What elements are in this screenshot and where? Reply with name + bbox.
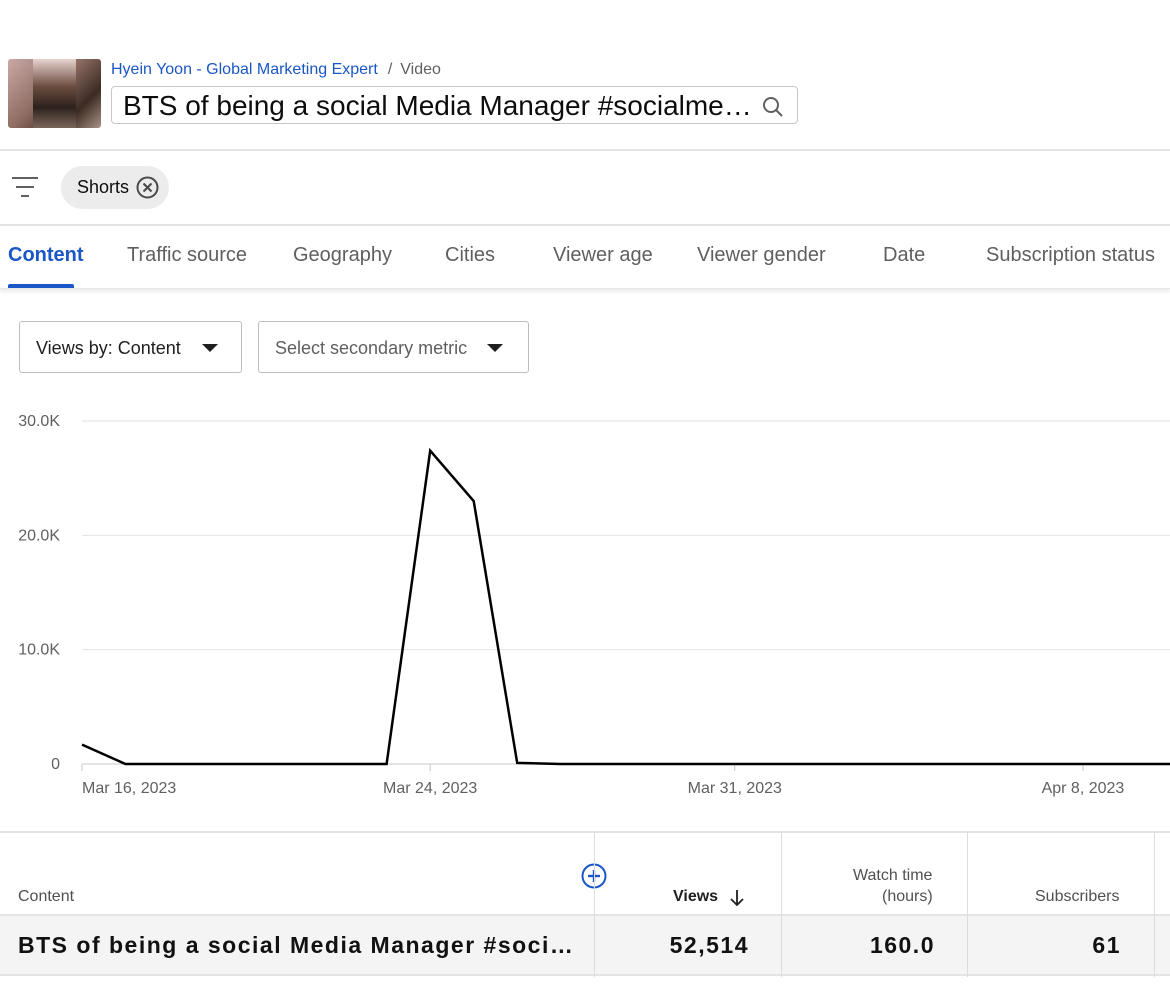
video-title: BTS of being a social Media Manager #soc… [123,90,753,121]
x-tick-label: Mar 24, 2023 [383,780,477,797]
column-divider [781,831,782,977]
tab-viewer-gender[interactable]: Viewer gender [697,244,826,267]
search-icon[interactable] [761,95,785,119]
x-tick-label: Mar 31, 2023 [688,780,782,797]
column-divider [1154,831,1155,977]
row-views-value: 52,514 [669,932,749,958]
primary-metric-dropdown[interactable]: Views by: Content [19,321,242,373]
row-watch-time-value: 160.0 [869,932,935,958]
tab-cities[interactable]: Cities [445,244,495,267]
views-line-chart: 0 10.0K 20.0K 30.0K Mar 16, 2023 Mar 24, 2023… [18,413,1170,797]
tab-date[interactable]: Date [883,244,925,267]
column-divider [594,831,595,977]
column-header-watch-time-unit: (hours) [882,888,933,905]
filter-chip-label: Shorts [77,177,130,197]
chevron-down-icon [202,344,218,352]
y-tick-label: 10.0K [18,642,60,659]
column-divider [967,831,968,977]
video-title-search-field[interactable]: BTS of being a social Media Manager #soc… [111,86,798,124]
remove-filter-icon[interactable] [136,176,159,199]
tab-content[interactable]: Content [8,244,84,267]
breadcrumb-separator: / [387,61,393,78]
breadcrumb-current: Video [400,61,441,78]
x-tick-label: Apr 8, 2023 [1042,780,1125,797]
column-header-subscribers[interactable]: Subscribers [1035,888,1119,906]
primary-metric-label: Views by: Content [36,338,181,358]
y-tick-label: 0 [51,756,60,773]
tab-viewer-age[interactable]: Viewer age [553,244,653,267]
column-header-content: Content [18,888,75,905]
active-tab-indicator [8,284,74,288]
tab-subscription-status[interactable]: Subscription status [986,244,1155,267]
secondary-metric-dropdown[interactable]: Select secondary metric [258,321,529,373]
sort-descending-icon[interactable] [729,889,745,907]
secondary-metric-label: Select secondary metric [275,338,468,358]
tab-traffic-source[interactable]: Traffic source [127,244,247,267]
breadcrumb-channel-link[interactable]: Hyein Yoon - Global Marketing Expert [111,61,378,78]
video-thumbnail [8,59,101,128]
row-subscribers-value: 61 [1092,932,1121,958]
x-tick-label: Mar 16, 2023 [82,780,176,797]
y-tick-label: 30.0K [18,413,60,430]
tab-bar: Content Traffic source Geography Cities … [0,226,1170,289]
column-header-watch-time[interactable]: Watch time [853,867,932,885]
breadcrumb: Hyein Yoon - Global Marketing Expert / Vid… [111,61,441,79]
column-header-views[interactable]: Views [673,888,718,906]
header-divider [0,149,1170,151]
table-header: Content Views Watch time (hours) Subscri… [0,831,1170,916]
series-line-views [81,447,1170,766]
chevron-down-icon [487,344,503,352]
tab-geography[interactable]: Geography [293,244,392,267]
row-content-title[interactable]: BTS of being a social Media Manager #soc… [18,932,584,959]
content-table: Content Views Watch time (hours) Subscri… [0,831,1170,977]
filter-icon[interactable] [12,176,38,198]
y-tick-label: 20.0K [18,527,60,544]
filter-chip-shorts[interactable]: Shorts [61,166,169,209]
table-row[interactable]: BTS of being a social Media Manager #soc… [0,914,1170,976]
